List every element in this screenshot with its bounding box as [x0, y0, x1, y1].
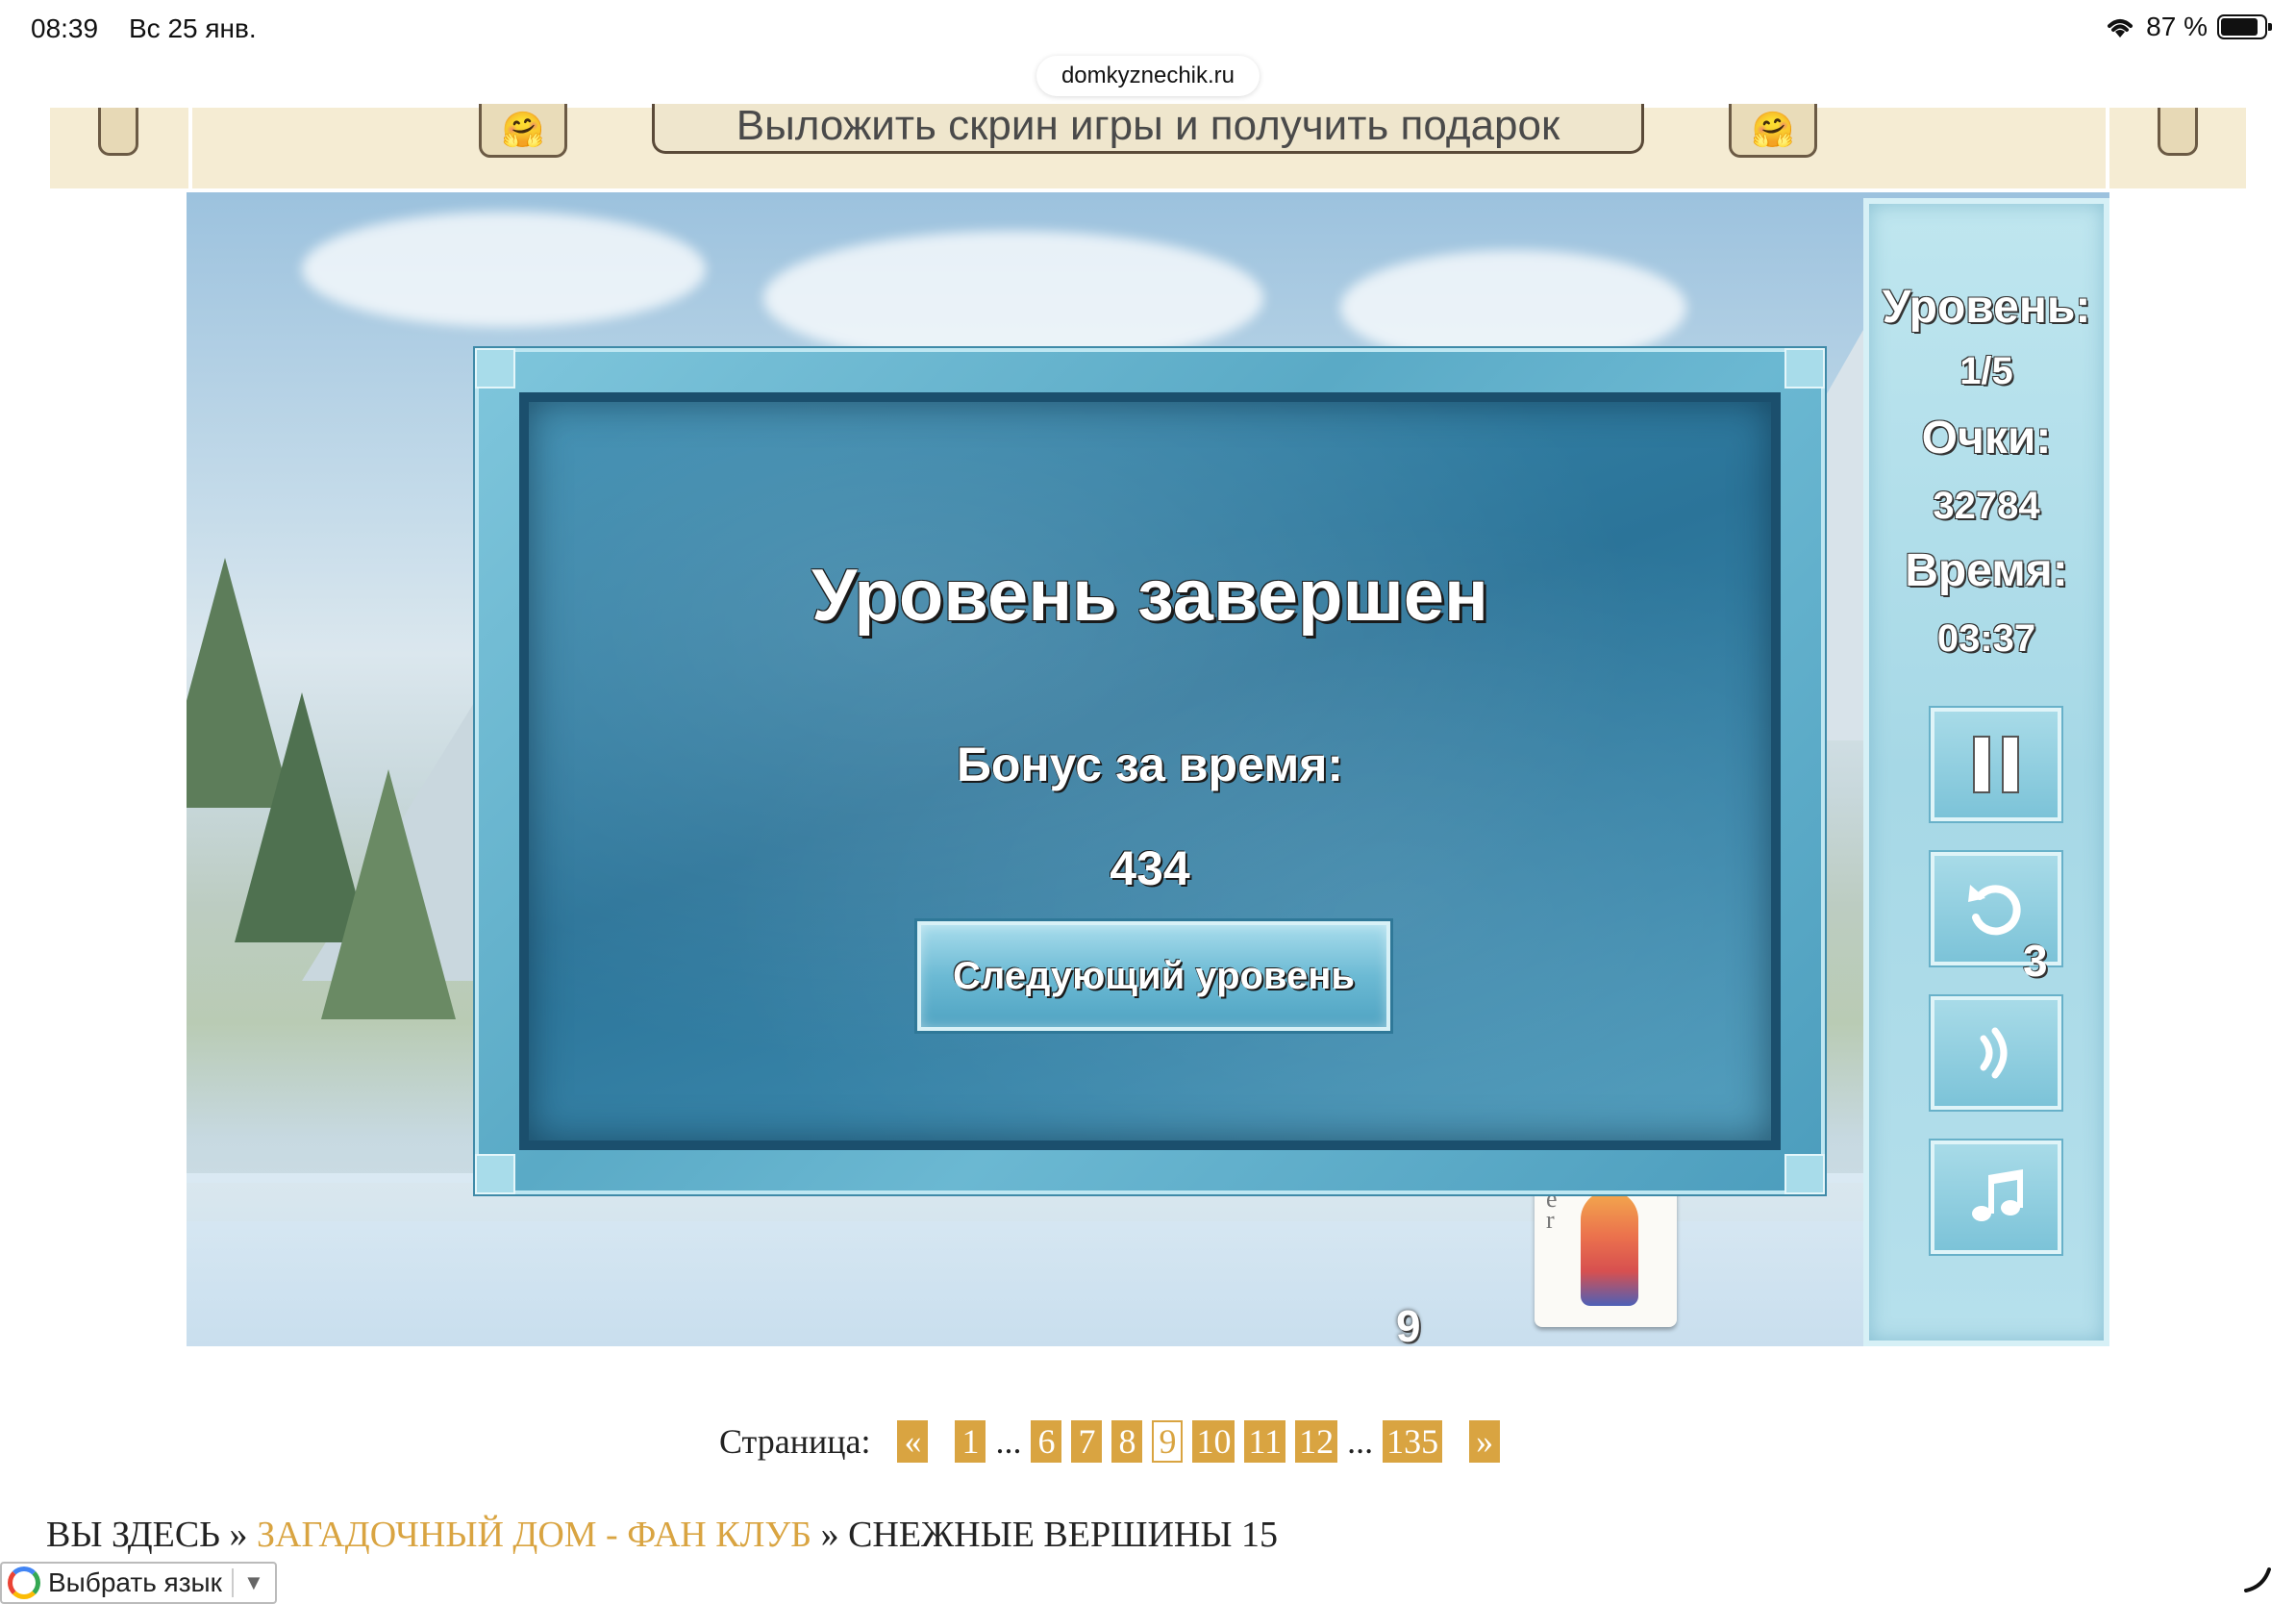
breadcrumb-prefix: ВЫ ЗДЕСЬ	[46, 1515, 221, 1555]
resize-handle-icon[interactable]	[2242, 1564, 2271, 1592]
dialog-corner	[475, 1154, 515, 1194]
cloud	[302, 212, 706, 327]
level-complete-dialog: Уровень завершен Бонус за время: 434 Сле…	[475, 348, 1825, 1194]
time-value: 03:37	[1936, 617, 2036, 660]
hug-emoji-icon[interactable]: 🤗	[1729, 104, 1817, 158]
banner-separator	[188, 108, 192, 188]
page-link-8[interactable]: 8	[1111, 1420, 1143, 1463]
page-link-1[interactable]: 1	[955, 1420, 986, 1463]
status-time: 08:39	[31, 13, 99, 43]
banner-tab-left[interactable]	[98, 108, 138, 156]
wifi-icon	[2108, 19, 2134, 38]
pagination-label: Страница:	[719, 1422, 871, 1461]
score-value: 32784	[1933, 485, 2040, 527]
jester-figure-icon	[1581, 1190, 1638, 1306]
undo-count: 3	[2023, 936, 2048, 986]
language-select-label: Выбрать язык	[48, 1567, 222, 1597]
divider	[231, 1568, 234, 1597]
dialog-corner	[1784, 1154, 1825, 1194]
breadcrumb-separator: »	[229, 1515, 248, 1555]
card-letter: r	[1546, 1206, 1555, 1234]
banner-separator	[2106, 108, 2109, 188]
dialog-title: Уровень завершен	[811, 555, 1488, 637]
sound-icon	[1980, 1027, 2008, 1079]
dialog-corner	[1784, 348, 1825, 388]
level-value: 1/5	[1959, 350, 2013, 392]
pause-button[interactable]	[1931, 708, 2061, 821]
status-bar: 08:39 Вс 25 янв. 87 %	[0, 0, 2296, 62]
lake	[187, 1173, 2109, 1346]
page-link-12[interactable]: 12	[1295, 1420, 1338, 1463]
status-right: 87 %	[2104, 12, 2272, 42]
time-bonus-label: Бонус за время:	[956, 738, 1344, 791]
google-icon	[8, 1566, 40, 1599]
page-link-135[interactable]: 135	[1383, 1420, 1443, 1463]
page-prev[interactable]: «	[897, 1420, 929, 1463]
level-label: Уровень:	[1882, 282, 2091, 333]
promo-screenshot-button[interactable]: Выложить скрин игры и получить подарок	[652, 104, 1644, 154]
pause-icon	[1973, 736, 2019, 793]
breadcrumb-parent-link[interactable]: ЗАГАДОЧНЫЙ ДОМ - ФАН КЛУБ	[257, 1515, 811, 1555]
battery-fill	[2221, 18, 2259, 36]
side-panel: Уровень: 1/5 Очки: 32784 Время: 03:37	[1863, 198, 2109, 1346]
page-link-10[interactable]: 10	[1192, 1420, 1235, 1463]
breadcrumb-current: СНЕЖНЫЕ ВЕРШИНЫ 15	[848, 1515, 1278, 1555]
page-link-7[interactable]: 7	[1071, 1420, 1103, 1463]
page-next[interactable]: »	[1469, 1420, 1501, 1463]
time-bonus-value: 434	[1110, 841, 1190, 895]
page-link-11[interactable]: 11	[1244, 1420, 1286, 1463]
dialog-corner	[475, 348, 515, 388]
deck-count: 9	[1396, 1301, 1421, 1351]
pagination: Страница: « 1 ... 6 7 8 9 10 11 12 ... 1…	[719, 1419, 1510, 1464]
page-ellipsis: ...	[995, 1422, 1022, 1461]
music-icon	[1972, 1169, 2023, 1221]
tree	[321, 769, 456, 1019]
banner-tab-right[interactable]	[2158, 108, 2198, 156]
battery-icon	[2217, 14, 2272, 39]
undo-icon	[1968, 885, 2021, 936]
chevron-down-icon: ▼	[242, 1570, 264, 1594]
breadcrumb: ВЫ ЗДЕСЬ » ЗАГАДОЧНЫЙ ДОМ - ФАН КЛУБ » С…	[46, 1514, 1278, 1556]
music-button[interactable]	[1931, 1140, 2061, 1254]
cloud	[763, 231, 1263, 365]
url-bar[interactable]: domkyznechik.ru	[1036, 56, 1260, 96]
battery-percent: 87 %	[2146, 12, 2208, 41]
breadcrumb-separator: »	[820, 1515, 839, 1555]
score-label: Очки:	[1921, 413, 2052, 464]
hug-emoji-icon[interactable]: 🤗	[479, 104, 567, 158]
page-link-6[interactable]: 6	[1031, 1420, 1062, 1463]
sound-button[interactable]	[1931, 996, 2061, 1110]
jester-card[interactable]: e r	[1535, 1183, 1677, 1327]
time-label: Время:	[1905, 545, 2068, 596]
language-select[interactable]: Выбрать язык ▼	[0, 1562, 277, 1604]
page-ellipsis: ...	[1347, 1422, 1374, 1461]
page-link-current: 9	[1152, 1420, 1184, 1463]
next-level-button[interactable]: Следующий уровень	[917, 921, 1390, 1031]
status-date: Вс 25 янв.	[129, 13, 257, 43]
